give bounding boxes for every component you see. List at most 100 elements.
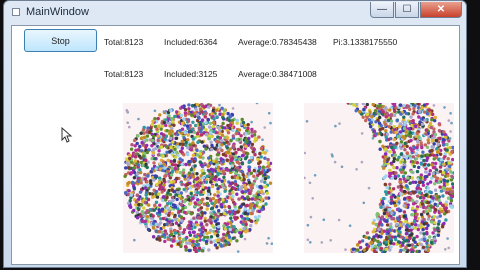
circle-sample-dot xyxy=(195,113,200,117)
crescent-sample-dot xyxy=(407,224,411,228)
sparse-dot xyxy=(128,125,131,129)
circle-sample-dot xyxy=(217,209,221,213)
crescent-sample-dot xyxy=(374,233,378,238)
crescent-sample-dot xyxy=(440,209,444,214)
circle-sample-dot xyxy=(191,196,195,200)
circle-sample-dot xyxy=(266,168,270,173)
circle-sample-dot xyxy=(151,151,156,155)
crescent-sample-dot xyxy=(408,146,413,150)
crescent-sample-dot xyxy=(438,136,442,140)
circle-sample-dot xyxy=(205,196,209,200)
circle-sample-dot xyxy=(246,126,250,130)
circle-sample-dot xyxy=(243,123,247,128)
circle-sample-dot xyxy=(146,227,151,232)
crescent-sample-dot xyxy=(404,111,408,116)
circle-sample-dot xyxy=(157,210,162,214)
crescent-sample-dot xyxy=(370,115,374,119)
crescent-sample-dot xyxy=(387,190,391,195)
crescent-sample-dot xyxy=(362,248,366,252)
circle-sample-dot xyxy=(169,180,173,184)
window-app-icon[interactable] xyxy=(12,8,20,16)
crescent-sample-dot xyxy=(383,152,388,156)
circle-sample-dot xyxy=(132,176,137,180)
crescent-sample-dot xyxy=(388,168,392,173)
crescent-sample-dot xyxy=(429,220,434,224)
circle-sample-dot xyxy=(186,146,190,150)
circle-sample-dot xyxy=(213,147,217,151)
circle-sample-dot xyxy=(167,114,171,118)
circle-sample-dot xyxy=(229,139,233,143)
circle-sample-dot xyxy=(205,207,209,211)
circle-sample-dot xyxy=(171,203,176,207)
crescent-sample-dot xyxy=(395,166,399,170)
circle-sample-dot xyxy=(198,155,203,159)
title-bar[interactable]: MainWindow — ☐ ✕ xyxy=(4,1,466,25)
circle-sample-dot xyxy=(209,134,214,139)
circle-sample-dot xyxy=(214,199,218,203)
circle-sample-dot xyxy=(146,183,150,187)
circle-sample-dot xyxy=(205,223,209,227)
circle-sample-dot xyxy=(188,238,192,243)
stop-button[interactable]: Stop xyxy=(24,29,97,52)
circle-sample-dot xyxy=(239,234,243,238)
circle-sample-dot xyxy=(225,150,229,155)
sparse-dot xyxy=(329,239,332,242)
circle-sample-dot xyxy=(229,216,233,220)
circle-sample-dot xyxy=(194,177,199,181)
crescent-sample-dot xyxy=(371,221,375,225)
circle-sample-dot xyxy=(153,203,157,207)
crescent-sample-dot xyxy=(410,225,414,229)
maximize-button[interactable]: ☐ xyxy=(395,2,419,18)
circle-sample-dot xyxy=(197,200,202,205)
circle-sample-dot xyxy=(232,225,236,229)
circle-sample-dot xyxy=(268,181,273,185)
crescent-sample-dot xyxy=(358,245,363,250)
crescent-sample-dot xyxy=(442,162,446,166)
crescent-sample-dot xyxy=(373,244,378,248)
crescent-sample-dot xyxy=(439,158,444,162)
circle-sample-dot xyxy=(165,195,169,200)
circle-sample-dot xyxy=(200,125,204,130)
circle-sample-dot xyxy=(197,116,201,120)
circle-sample-dot xyxy=(219,202,224,207)
circle-sample-dot xyxy=(180,121,185,126)
circle-sample-dot xyxy=(206,192,211,197)
crescent-sample-dot xyxy=(440,225,445,229)
circle-sample-dot xyxy=(169,108,173,113)
crescent-sample-dot xyxy=(374,132,378,136)
circle-sample-dot xyxy=(160,207,165,211)
minimize-button[interactable]: — xyxy=(370,2,394,18)
circle-sample-dot xyxy=(139,156,143,160)
circle-sample-dot xyxy=(183,210,187,215)
crescent-sample-dot xyxy=(384,240,388,244)
sparse-dot xyxy=(313,174,317,177)
crescent-sample-dot xyxy=(395,119,399,123)
crescent-sample-dot xyxy=(417,115,421,119)
crescent-sample-dot xyxy=(381,196,386,201)
crescent-sample-dot xyxy=(415,131,419,135)
circle-sample-dot xyxy=(196,190,200,195)
sparse-dot xyxy=(255,103,259,105)
crescent-sample-dot xyxy=(393,109,397,113)
circle-sample-dot xyxy=(253,130,257,134)
crescent-sample-dot xyxy=(396,134,401,139)
circle-sample-dot xyxy=(211,125,215,129)
circle-sample-dot xyxy=(200,169,204,173)
circle-sample-dot xyxy=(245,139,249,143)
circle-sample-dot xyxy=(209,235,214,239)
close-button[interactable]: ✕ xyxy=(420,2,462,18)
crescent-sample-dot xyxy=(437,219,441,224)
crescent-sample-dot xyxy=(377,112,381,116)
crescent-sample-dot xyxy=(441,203,445,207)
circle-sample-dot xyxy=(182,237,186,242)
circle-sample-dot xyxy=(146,197,151,202)
crescent-sample-dot xyxy=(445,167,449,171)
circle-sample-dot xyxy=(170,117,174,121)
circle-sample-dot xyxy=(215,153,220,157)
circle-sample-dot xyxy=(189,191,193,196)
crescent-sample-dot xyxy=(384,106,388,110)
circle-sample-dot xyxy=(252,174,256,178)
circle-sample-dot xyxy=(245,203,249,208)
circle-sample-dot xyxy=(153,174,158,178)
circle-sample-dot xyxy=(163,174,167,178)
